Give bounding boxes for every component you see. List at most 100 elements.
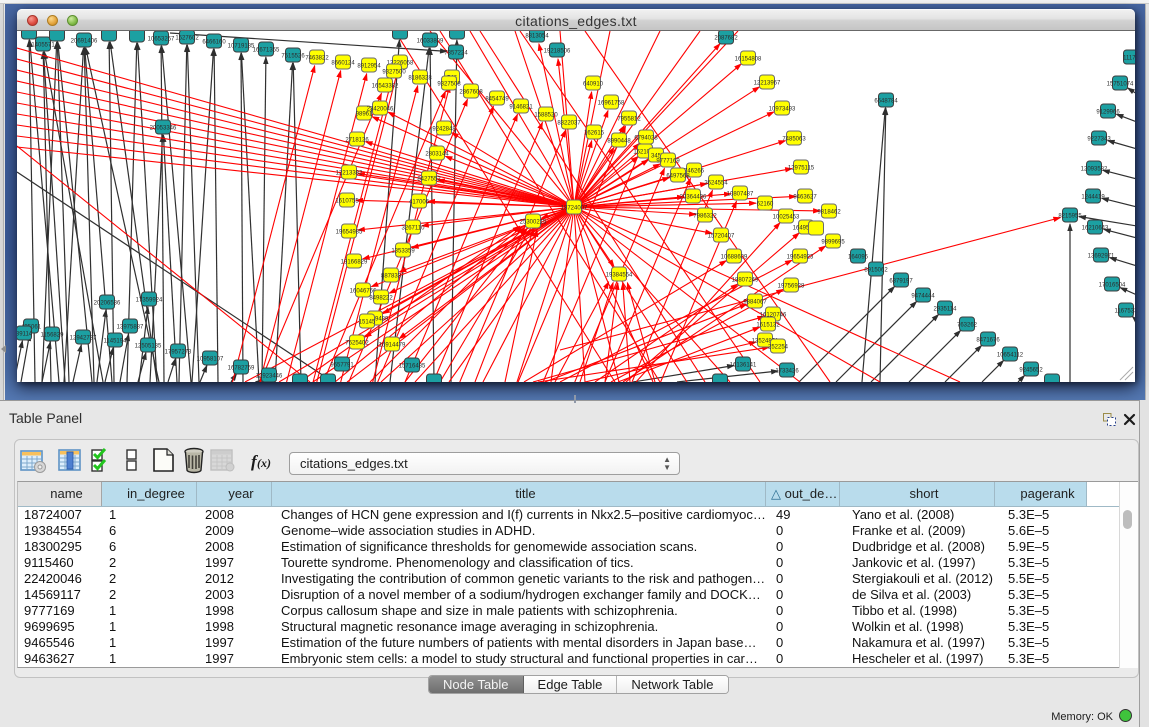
svg-text:9242848: 9242848 xyxy=(432,127,456,133)
svg-text:10025453: 10025453 xyxy=(773,215,800,221)
svg-text:1244419: 1244419 xyxy=(1081,195,1105,201)
svg-text:16961758: 16961758 xyxy=(598,101,625,107)
svg-text:39114: 39114 xyxy=(17,332,33,338)
svg-text:9777169: 9777169 xyxy=(656,159,680,165)
svg-text:12093582: 12093582 xyxy=(1081,167,1108,173)
svg-text:12505135: 12505135 xyxy=(135,344,162,350)
svg-text:1527602: 1527602 xyxy=(175,36,199,42)
svg-text:9245652: 9245652 xyxy=(1019,368,1043,374)
svg-text:15145: 15145 xyxy=(359,320,376,326)
svg-text:62160: 62160 xyxy=(757,202,774,208)
svg-text:6379197: 6379197 xyxy=(889,279,913,285)
svg-text:9463627: 9463627 xyxy=(793,195,817,201)
svg-text:12975115: 12975115 xyxy=(788,166,815,172)
svg-text:20691406: 20691406 xyxy=(71,39,98,45)
svg-text:417006: 417006 xyxy=(409,200,430,206)
svg-text:16046766: 16046766 xyxy=(350,289,377,295)
svg-text:1733426: 1733426 xyxy=(775,369,799,375)
svg-text:8915062: 8915062 xyxy=(864,268,888,274)
svg-text:15751074: 15751074 xyxy=(1107,82,1134,88)
svg-text:17957273: 17957273 xyxy=(165,350,192,356)
svg-text:20206536: 20206536 xyxy=(94,301,121,307)
svg-text:13692971: 13692971 xyxy=(1088,254,1115,260)
svg-text:12942737: 12942737 xyxy=(70,336,97,342)
svg-text:8471676: 8471676 xyxy=(976,338,1000,344)
svg-text:6648784: 6648784 xyxy=(874,99,898,105)
svg-text:17359924: 17359924 xyxy=(136,298,163,304)
svg-text:9129966: 9129966 xyxy=(1096,110,1120,116)
svg-text:7357224: 7357224 xyxy=(444,51,468,57)
svg-text:10653267: 10653267 xyxy=(148,37,175,43)
svg-text:16210643: 16210643 xyxy=(1082,226,1109,232)
svg-text:16136141: 16136141 xyxy=(730,363,757,369)
svg-text:6497568: 6497568 xyxy=(666,174,690,180)
svg-text:12213967: 12213967 xyxy=(754,81,781,87)
svg-text:7986322: 7986322 xyxy=(693,214,717,220)
svg-text:12923446: 12923446 xyxy=(256,374,283,380)
svg-text:6466160: 6466160 xyxy=(202,40,226,46)
svg-text:2803144: 2803144 xyxy=(425,152,449,158)
svg-text:16543382: 16543382 xyxy=(372,84,399,90)
svg-text:1353359: 1353359 xyxy=(391,249,415,255)
svg-text:19654985: 19654985 xyxy=(336,230,363,236)
svg-text:10719185: 10719185 xyxy=(228,44,255,50)
svg-text:8215955: 8215955 xyxy=(1058,214,1082,220)
svg-text:16671355: 16671355 xyxy=(253,48,280,54)
svg-text:15716485: 15716485 xyxy=(399,364,426,370)
svg-text:9818462: 9818462 xyxy=(817,210,841,216)
svg-text:8454749: 8454749 xyxy=(485,97,509,103)
svg-text:1588520: 1588520 xyxy=(534,113,558,119)
svg-text:887833: 887833 xyxy=(381,274,402,280)
svg-text:9327508: 9327508 xyxy=(437,82,461,88)
svg-text:9884067: 9884067 xyxy=(743,300,767,306)
svg-text:20364436: 20364436 xyxy=(680,195,707,201)
svg-text:3267110: 3267110 xyxy=(402,226,426,232)
svg-text:8912954: 8912954 xyxy=(357,64,381,70)
svg-text:6794028: 6794028 xyxy=(634,136,658,142)
svg-text:2718126: 2718126 xyxy=(345,138,369,144)
svg-text:1145194: 1145194 xyxy=(104,339,128,345)
svg-text:7515526: 7515526 xyxy=(281,54,305,60)
svg-text:8660124: 8660124 xyxy=(331,61,355,67)
svg-text:16914479: 16914479 xyxy=(379,343,406,349)
svg-text:12213382: 12213382 xyxy=(336,171,363,177)
svg-text:164095: 164095 xyxy=(848,255,869,261)
svg-text:15720407: 15720407 xyxy=(708,234,735,240)
svg-text:162615: 162615 xyxy=(584,131,605,137)
svg-text:9227343: 9227343 xyxy=(1087,137,1111,143)
svg-text:1156829: 1156829 xyxy=(41,333,65,339)
svg-text:1615132: 1615132 xyxy=(756,323,780,329)
svg-text:9474444: 9474444 xyxy=(911,294,935,300)
svg-text:16154808: 16154808 xyxy=(735,57,762,63)
svg-text:13975887: 13975887 xyxy=(117,325,144,331)
svg-text:8990448: 8990448 xyxy=(607,139,631,145)
svg-text:9657791: 9657791 xyxy=(330,363,354,369)
svg-text:1610755: 1610755 xyxy=(335,199,359,205)
svg-text:10973493: 10973493 xyxy=(769,107,796,113)
svg-text:252254: 252254 xyxy=(768,345,789,351)
svg-text:8427552: 8427552 xyxy=(417,177,441,183)
svg-text:10958107: 10958107 xyxy=(197,357,224,363)
svg-text:2867608: 2867608 xyxy=(459,90,483,96)
svg-text:10688609: 10688609 xyxy=(721,255,748,261)
svg-text:640910: 640910 xyxy=(583,82,604,88)
svg-text:1405571: 1405571 xyxy=(31,43,55,49)
svg-text:25300215: 25300215 xyxy=(520,220,547,226)
svg-text:19166829: 19166829 xyxy=(341,260,368,266)
svg-text:7485063: 7485063 xyxy=(782,137,806,143)
svg-text:20053346: 20053346 xyxy=(150,126,177,132)
svg-text:3624554: 3624554 xyxy=(704,181,728,187)
svg-text:763262: 763262 xyxy=(957,323,978,329)
svg-text:10654112: 10654112 xyxy=(997,353,1024,359)
svg-text:8186328: 8186328 xyxy=(408,76,432,82)
svg-text:8322037: 8322037 xyxy=(557,121,581,127)
svg-text:19654923: 19654923 xyxy=(787,255,814,261)
svg-text:17016504: 17016504 xyxy=(1099,283,1126,289)
svg-text:7625402: 7625402 xyxy=(345,341,369,347)
svg-text:9899695: 9899695 xyxy=(821,240,845,246)
svg-text:19756928: 19756928 xyxy=(778,284,805,290)
svg-text:7463822: 7463822 xyxy=(305,56,329,62)
svg-text:8813054: 8813054 xyxy=(525,34,549,40)
svg-text:16782759: 16782759 xyxy=(228,366,255,372)
svg-text:19218506: 19218506 xyxy=(544,49,571,55)
